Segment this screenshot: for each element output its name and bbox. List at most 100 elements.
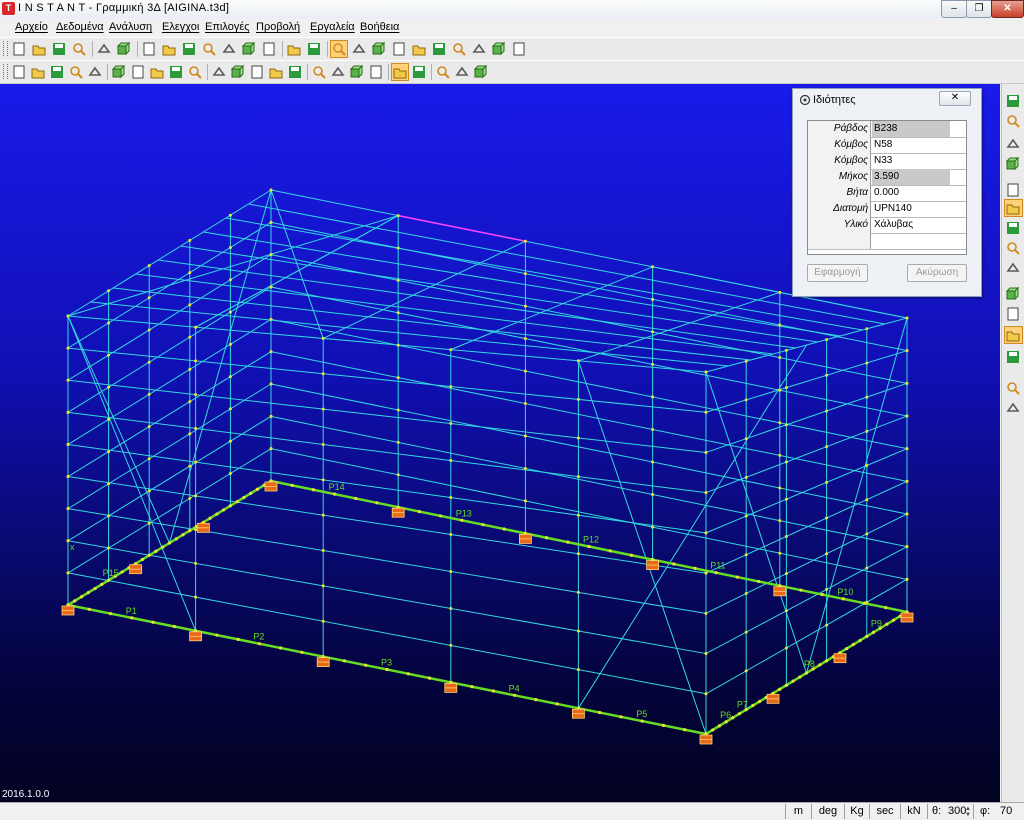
property-row[interactable]: Βήτα 0.000 (808, 185, 966, 202)
node[interactable] (321, 549, 325, 553)
girt[interactable] (67, 351, 272, 477)
snap-member-icon[interactable] (1005, 306, 1022, 322)
node[interactable] (460, 518, 464, 522)
node[interactable] (147, 360, 151, 364)
min-max-icon[interactable] (511, 41, 527, 57)
link-icon[interactable] (411, 64, 427, 80)
purlin[interactable] (113, 287, 751, 361)
property-row[interactable]: Κόμβος τέλουςN33 (808, 153, 966, 182)
rafter[interactable] (322, 240, 526, 339)
node[interactable] (228, 504, 232, 508)
node[interactable] (744, 630, 748, 634)
node[interactable] (188, 271, 192, 275)
bracing-icon[interactable] (1004, 199, 1023, 217)
node[interactable] (905, 447, 909, 451)
node[interactable] (704, 370, 708, 374)
node[interactable] (714, 571, 718, 575)
load-icon[interactable] (371, 41, 387, 57)
node[interactable] (905, 349, 909, 353)
node[interactable] (672, 562, 676, 566)
node[interactable] (735, 575, 740, 579)
save-icon[interactable] (51, 41, 67, 57)
arrow-up-icon[interactable] (168, 64, 184, 80)
diagonal-icon[interactable] (1005, 260, 1022, 276)
node[interactable] (576, 552, 580, 556)
node[interactable] (523, 369, 527, 373)
node[interactable] (396, 278, 400, 282)
node[interactable] (66, 346, 70, 350)
node[interactable] (744, 514, 748, 518)
node[interactable] (523, 272, 527, 276)
node[interactable] (194, 359, 198, 363)
axis-icon[interactable] (1005, 136, 1022, 152)
node[interactable] (222, 508, 226, 512)
node[interactable] (194, 528, 198, 532)
menu-tools[interactable]: Εργαλεία (310, 21, 355, 33)
toolbar-grip[interactable] (3, 64, 8, 79)
node[interactable] (513, 693, 517, 697)
open-folder-icon[interactable] (31, 41, 47, 57)
node[interactable] (871, 630, 876, 634)
node[interactable] (194, 393, 198, 397)
node[interactable] (629, 553, 634, 557)
node[interactable] (235, 500, 239, 504)
node[interactable] (120, 570, 124, 574)
node[interactable] (825, 338, 829, 342)
node[interactable] (784, 534, 788, 538)
node[interactable] (269, 414, 273, 418)
node[interactable] (228, 407, 232, 411)
property-row[interactable]: Υλικό Χάλυβας (808, 217, 966, 234)
properties-icon[interactable] (286, 41, 302, 57)
beam-section-icon[interactable] (351, 41, 367, 57)
node[interactable] (905, 512, 909, 516)
node[interactable] (107, 450, 111, 454)
node[interactable] (194, 426, 198, 430)
node[interactable] (825, 409, 829, 413)
node[interactable] (523, 304, 527, 308)
node[interactable] (228, 472, 232, 476)
node[interactable] (147, 521, 151, 525)
node[interactable] (651, 362, 655, 366)
open-view-icon[interactable] (454, 64, 470, 80)
node[interactable] (784, 683, 788, 687)
cube-c-icon[interactable] (268, 64, 284, 80)
node[interactable] (576, 475, 580, 479)
node[interactable] (93, 586, 97, 591)
node[interactable] (757, 579, 761, 584)
node[interactable] (651, 330, 655, 334)
bracing[interactable] (67, 315, 170, 544)
node[interactable] (865, 429, 869, 433)
node[interactable] (242, 495, 246, 500)
crosshair-icon[interactable] (211, 64, 227, 80)
node[interactable] (704, 571, 708, 575)
node[interactable] (269, 220, 273, 224)
node[interactable] (321, 442, 325, 446)
node[interactable] (147, 392, 151, 396)
menu-options[interactable]: Επιλογές (205, 21, 250, 33)
redo-icon[interactable] (116, 41, 132, 57)
node[interactable] (778, 290, 782, 294)
node[interactable] (737, 712, 742, 716)
node[interactable] (269, 447, 273, 451)
node[interactable] (107, 289, 111, 293)
node[interactable] (825, 587, 829, 591)
property-row[interactable]: Μήκος 3.590 (808, 169, 966, 186)
purlin[interactable] (90, 301, 729, 367)
node[interactable] (865, 327, 869, 331)
node[interactable] (417, 509, 421, 514)
property-value[interactable]: UPN140 (872, 201, 950, 217)
node[interactable] (321, 584, 325, 588)
node[interactable] (523, 434, 527, 438)
node[interactable] (396, 343, 400, 347)
node[interactable] (534, 698, 538, 702)
node[interactable] (107, 385, 111, 389)
node[interactable] (188, 496, 192, 500)
node[interactable] (744, 669, 748, 673)
purlin[interactable] (180, 245, 818, 343)
node[interactable] (375, 501, 379, 505)
node[interactable] (449, 422, 453, 426)
support-icon[interactable] (391, 41, 407, 57)
node[interactable] (778, 323, 782, 327)
theta-field[interactable]: θ: 300 ▲ ▼ (927, 804, 972, 819)
node[interactable] (290, 483, 294, 487)
